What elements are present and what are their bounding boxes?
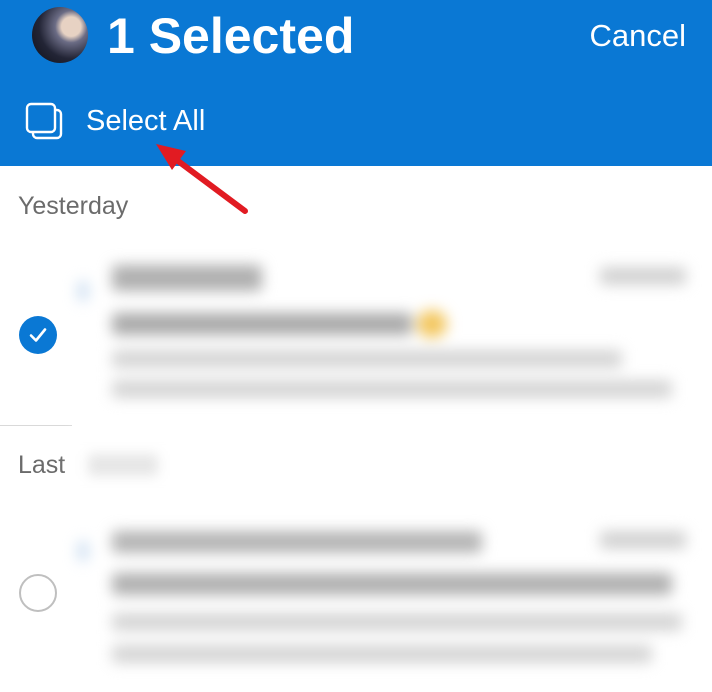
blurred-email-content <box>72 505 692 675</box>
checkmark-icon <box>29 328 47 342</box>
email-list-item[interactable] <box>72 505 692 675</box>
blurred-section-remainder <box>72 430 182 500</box>
section-header-last: Last <box>18 451 66 479</box>
stacked-squares-icon <box>25 102 63 140</box>
selected-checkmark[interactable] <box>19 316 57 354</box>
section-divider <box>0 425 72 426</box>
unselected-circle[interactable] <box>19 574 57 612</box>
section-header-yesterday: Yesterday <box>18 192 129 220</box>
selection-header: 1 Selected Cancel Select All <box>0 0 712 166</box>
select-all-button[interactable]: Select All <box>24 100 205 142</box>
account-avatar[interactable] <box>32 7 88 63</box>
blurred-email-content <box>72 245 692 415</box>
email-list-item[interactable] <box>72 245 692 415</box>
cancel-button[interactable]: Cancel <box>590 16 687 56</box>
selection-count-title: 1 Selected <box>107 8 355 64</box>
select-all-label: Select All <box>86 105 206 137</box>
